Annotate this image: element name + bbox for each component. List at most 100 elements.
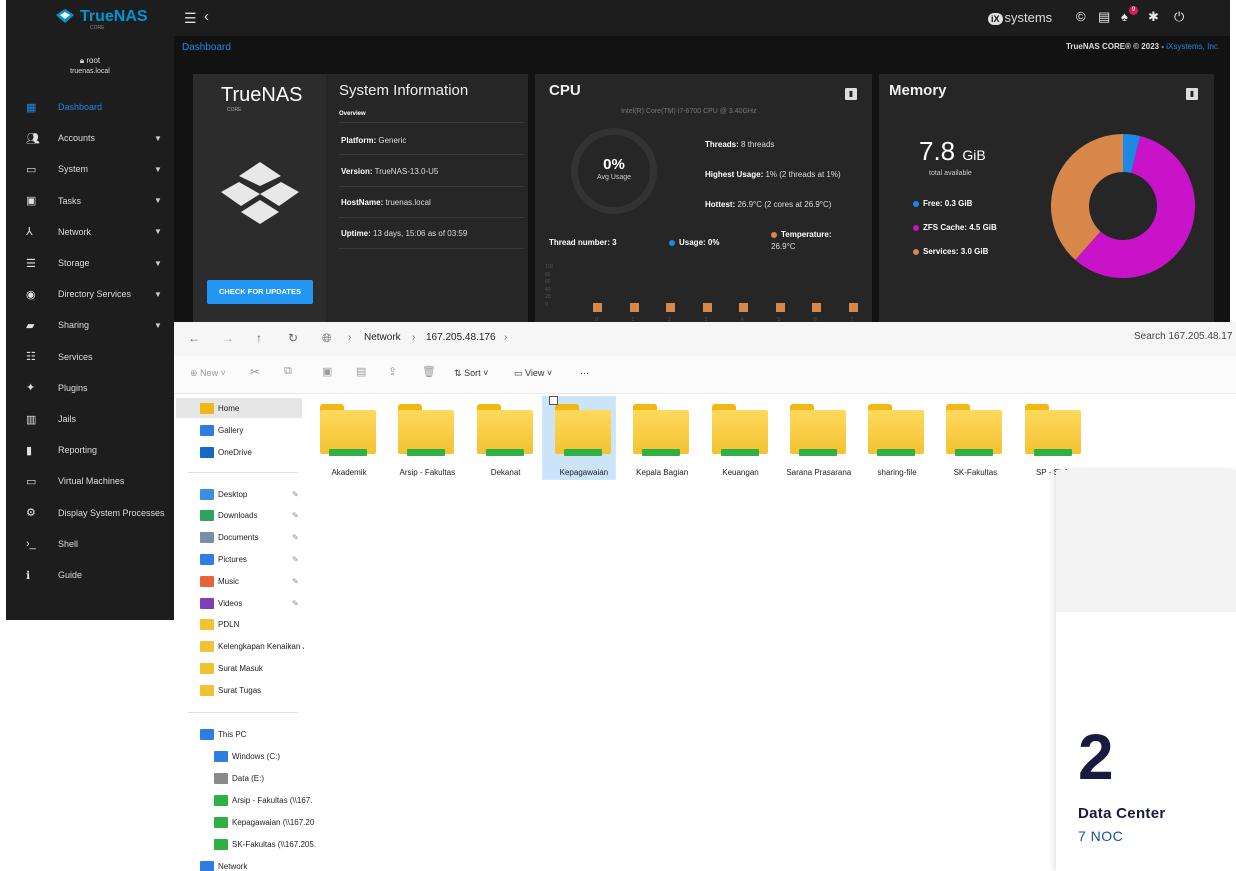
sidebar-item-label: Sharing	[58, 320, 90, 331]
delete-icon[interactable]: 🗑︎	[422, 365, 436, 378]
nav-item-surat-tugas[interactable]: Surat Tugas	[200, 680, 304, 700]
folder-item[interactable]: sharing-file	[858, 404, 928, 477]
sidebar-item-shell[interactable]: ›_ Shell	[6, 529, 174, 559]
nav-item-sk-fakultas-167-205[interactable]: ›SK-Fakultas (\\167.205.	[214, 834, 318, 854]
power-icon[interactable]: ⏻	[1174, 9, 1184, 25]
system-logo-panel: TrueNAS CORE CHECK FOR UPDATES	[193, 74, 326, 324]
sidebar-item-jails[interactable]: ▥ Jails	[6, 404, 174, 434]
network-share-icon	[485, 449, 524, 456]
sidebar-item-dashboard[interactable]: ▦ Dashboard	[6, 92, 174, 122]
ixsystems-link[interactable]: iXsystems, Inc.	[1166, 42, 1220, 51]
sidebar-item-sharing[interactable]: ▰ Sharing ▼	[6, 310, 174, 340]
hottest-row: Hottest: 26.9°C (2 cores at 26.9°C)	[705, 200, 831, 209]
sidebar-item-reporting[interactable]: ▮ Reporting	[6, 435, 174, 465]
nav-item-kelengkapan-kenaikan-j[interactable]: Kelengkapan Kenaikan J	[200, 637, 304, 657]
folder-item[interactable]: SK-Fakultas	[936, 404, 1006, 477]
memory-unit: GiB	[962, 147, 986, 163]
pin-icon[interactable]: ✎	[292, 511, 299, 520]
sidebar-item-label: Accounts	[58, 133, 96, 144]
settings-gear-icon[interactable]: ✱	[1148, 9, 1159, 25]
sidebar-item-system[interactable]: ▭ System ▼	[6, 154, 174, 184]
folder-item[interactable]: Kepala Bagian	[623, 404, 693, 477]
folder-item[interactable]: Sarana Prasarana	[780, 404, 851, 477]
copy-icon[interactable]: ⧉	[284, 365, 292, 378]
sidebar-item-tasks[interactable]: ▣ Tasks ▼	[6, 186, 174, 216]
nav-item-downloads[interactable]: Downloads ✎	[200, 506, 304, 526]
rename-icon[interactable]: ▤	[356, 365, 366, 378]
sidebar-item-network[interactable]: ⅄ Network ▼	[6, 217, 174, 247]
sidebar-item-virtual-machines[interactable]: ▭ Virtual Machines	[6, 466, 174, 496]
memory-title: Memory	[889, 82, 947, 99]
datacenter-title: Data Center	[1078, 805, 1166, 822]
nav-item-windows-c[interactable]: ›Windows (C:)	[214, 746, 318, 766]
sort-button[interactable]: ⇅ Sort ˅	[454, 368, 488, 379]
nav-item-onedrive[interactable]: ›OneDrive	[200, 442, 304, 462]
cut-icon[interactable]: ✂	[250, 365, 260, 379]
sidebar-item-directory-services[interactable]: ◉ Directory Services ▼	[6, 279, 174, 309]
folder-item[interactable]: Kepagawaian	[541, 396, 616, 480]
truecommand-icon[interactable]: ©	[1076, 9, 1086, 24]
folder-item[interactable]: Keuangan	[702, 404, 772, 477]
sidebar-item-guide[interactable]: ℹ Guide	[6, 560, 174, 590]
paste-icon[interactable]: ▣	[322, 365, 332, 378]
sidebar-item-storage[interactable]: ☰ Storage ▼	[6, 248, 174, 278]
up-arrow-icon[interactable]: ↑	[256, 331, 262, 345]
forward-arrow-icon[interactable]: →	[222, 331, 234, 345]
thread-number-value: 3	[612, 238, 617, 247]
nav-item-documents[interactable]: Documents ✎	[200, 528, 304, 548]
truenas-logo[interactable]: TrueNAS	[56, 8, 148, 26]
clipboard-icon[interactable]: ▤	[1098, 9, 1110, 25]
check-for-updates-button[interactable]: CHECK FOR UPDATES	[207, 280, 313, 304]
breadcrumb[interactable]: Dashboard	[182, 42, 231, 53]
view-button[interactable]: ▭ View ˅	[514, 368, 552, 379]
pin-icon[interactable]: ✎	[292, 599, 299, 608]
sidebar-item-display-system-processes[interactable]: ⚙︎ Display System Processes	[6, 498, 174, 528]
search-field[interactable]: Search 167.205.48.17	[1134, 331, 1232, 342]
nav-item-surat-masuk[interactable]: Surat Masuk	[200, 658, 304, 678]
sidebar-item-services[interactable]: ☷ Services	[6, 342, 174, 372]
more-options-button[interactable]: ···	[580, 368, 589, 378]
cpu-chart-y-tick: 20	[545, 294, 551, 300]
nav-item-data-e[interactable]: ›Data (E:)	[214, 768, 318, 788]
nav-item-label: Videos	[218, 598, 243, 608]
folder-item[interactable]: Dekanat	[467, 404, 537, 477]
collapse-icon[interactable]: ‹	[204, 8, 209, 25]
sidebar-item-label: System	[58, 164, 89, 175]
nav-item-home[interactable]: Home	[176, 398, 302, 418]
divider	[188, 712, 298, 713]
cpu-report-icon[interactable]: ▮	[845, 88, 857, 100]
nav-item-this-pc[interactable]: ˅This PC	[200, 724, 304, 744]
sidebar-item-plugins[interactable]: ✦ Plugins	[6, 373, 174, 403]
pin-icon[interactable]: ✎	[292, 533, 299, 542]
nav-item-desktop[interactable]: Desktop ✎	[200, 484, 304, 504]
nav-item-arsip-fakultas-167[interactable]: ›Arsip - Fakultas (\\167.	[214, 790, 318, 810]
folder-item[interactable]: Arsip - Fakultas	[388, 404, 458, 477]
notifications-bell-icon[interactable]: ♠	[1121, 9, 1128, 24]
share-icon[interactable]: ⇪	[388, 365, 397, 378]
breadcrumb-host[interactable]: 167.205.48.176	[426, 332, 496, 343]
pin-icon[interactable]: ✎	[292, 555, 299, 564]
nav-item-kepagawaian-167-20[interactable]: ›Kepagawaian (\\167.20	[214, 812, 318, 832]
user-name: root	[86, 56, 101, 65]
back-arrow-icon[interactable]: ←	[188, 331, 200, 345]
nav-item-pdln[interactable]: PDLN	[200, 615, 304, 635]
refresh-icon[interactable]: ↻	[288, 331, 298, 345]
truenas-brand: TrueNAS	[80, 8, 148, 25]
selection-checkbox[interactable]	[548, 396, 558, 405]
nav-item-network[interactable]: ›Network	[200, 856, 304, 871]
nav-item-pictures[interactable]: Pictures ✎	[200, 549, 304, 569]
nav-item-videos[interactable]: Videos ✎	[200, 593, 304, 613]
pin-icon[interactable]: ✎	[292, 490, 299, 499]
nav-item-music[interactable]: Music ✎	[200, 571, 304, 591]
folder-item[interactable]: Akademik	[310, 404, 380, 477]
user-host: truenas.local	[70, 68, 110, 75]
pin-icon[interactable]: ✎	[292, 577, 299, 586]
menu-toggle-icon[interactable]: ☰	[184, 10, 197, 27]
memory-report-icon[interactable]: ▮	[1186, 88, 1198, 100]
folder-item[interactable]: SP - Sisfo	[1015, 404, 1085, 477]
new-button[interactable]: ⊕ New ˅	[190, 368, 226, 379]
breadcrumb-network[interactable]: Network	[364, 332, 401, 343]
sidebar-item-accounts[interactable]: 👥︎ Accounts ▼	[6, 123, 174, 153]
nav-item-gallery[interactable]: Gallery	[200, 420, 304, 440]
memory-total-value: 7.8	[919, 136, 956, 166]
